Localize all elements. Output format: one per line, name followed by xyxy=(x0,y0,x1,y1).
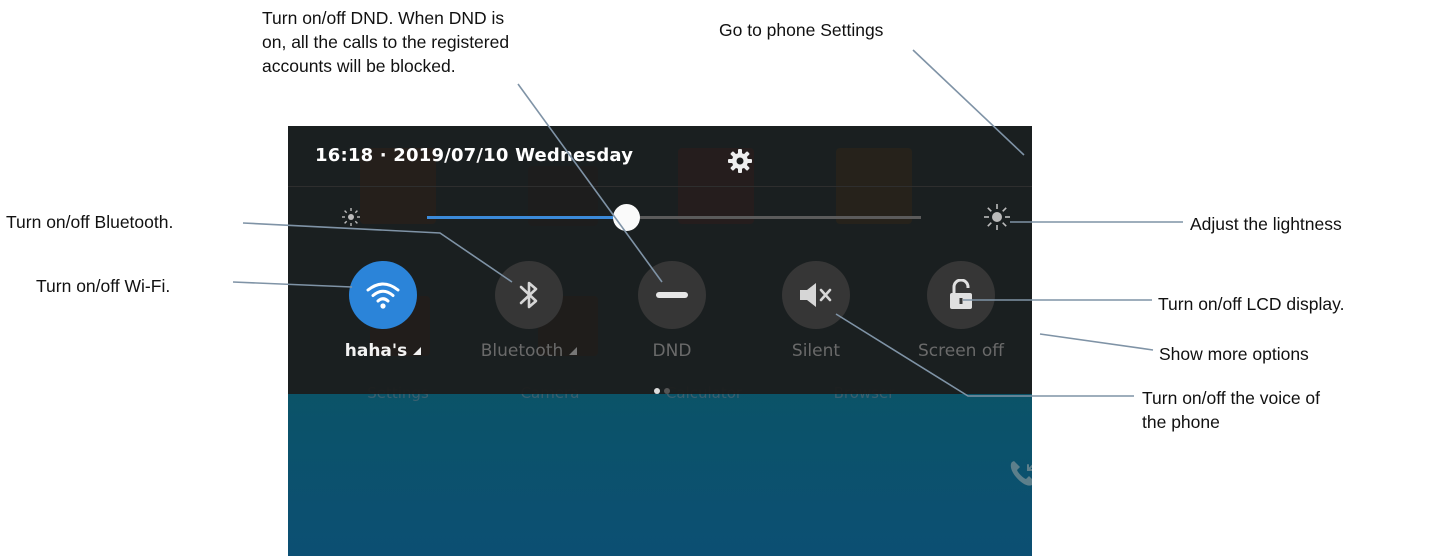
annotation-leader-lines xyxy=(232,49,1183,397)
leader-voice xyxy=(835,313,1134,397)
leader-dnd xyxy=(517,83,663,283)
leader-settings xyxy=(912,49,1025,156)
leader-bluetooth xyxy=(242,222,513,283)
leader-more xyxy=(1039,333,1154,351)
leader-wifi xyxy=(232,281,353,288)
